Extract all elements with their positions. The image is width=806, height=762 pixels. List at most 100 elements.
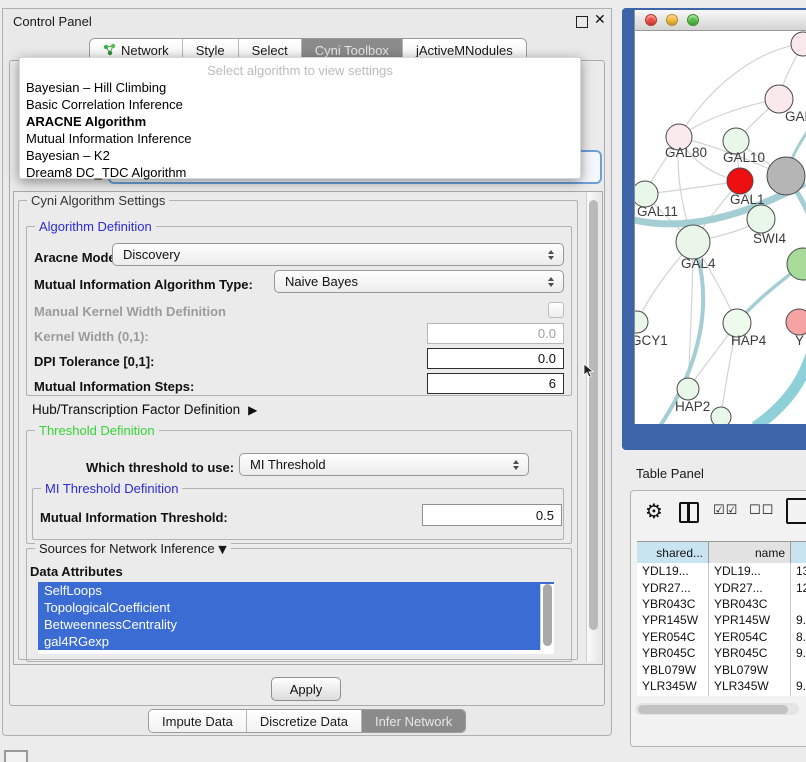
- node-HAP4-label: HAP4: [731, 333, 767, 348]
- algorithm-definition-legend: Algorithm Definition: [35, 219, 156, 234]
- table-row[interactable]: YLR345WYLR345W9.: [637, 678, 806, 694]
- column-header-extra[interactable]: [791, 542, 806, 564]
- tab-label: jActiveMNodules: [416, 43, 513, 58]
- node-gray[interactable]: [767, 157, 805, 195]
- network-edge[interactable]: [755, 345, 806, 424]
- tab-discretize-data[interactable]: Discretize Data: [247, 710, 362, 732]
- mi-algorithm-type-value: Naive Bayes: [285, 274, 358, 289]
- aracne-mode-value: Discovery: [123, 247, 180, 262]
- bottom-tabs: Impute DataDiscretize DataInfer Network: [148, 709, 466, 733]
- table-row[interactable]: YBR043CYBR043C: [637, 596, 806, 612]
- dropdown-placeholder: Select algorithm to view settings: [20, 63, 580, 78]
- node-GAL80-label: GAL80: [665, 145, 707, 160]
- attribute-item[interactable]: BetweennessCentrality: [38, 616, 554, 633]
- settings-scrollbar[interactable]: [586, 192, 601, 662]
- sources-legend: Sources for Network Inference ▼: [35, 541, 231, 556]
- table-cell: YPR145W: [637, 612, 709, 628]
- tab-impute-data[interactable]: Impute Data: [149, 710, 247, 732]
- table-cell: 9.: [791, 612, 806, 628]
- algorithm-option[interactable]: Mutual Information Inference: [20, 130, 580, 147]
- table-cell: YER054C: [709, 629, 791, 645]
- node-gal-partial-label: GAL: [785, 109, 806, 124]
- table-cell: 13: [791, 563, 806, 579]
- dpi-tolerance-label: DPI Tolerance [0,1]:: [34, 354, 154, 369]
- table-cell: 8.: [791, 629, 806, 645]
- table-row[interactable]: YIL052CYIL052C9.: [637, 694, 806, 696]
- attributes-scrollbar-thumb[interactable]: [543, 584, 552, 646]
- spinner-icon: [548, 277, 554, 287]
- close-traffic-light-icon[interactable]: [645, 14, 657, 26]
- threshold-definition-legend: Threshold Definition: [35, 423, 159, 438]
- mi-algorithm-type-combobox[interactable]: Naive Bayes: [274, 270, 564, 293]
- table-cell: [791, 596, 806, 612]
- table-row[interactable]: YBL079WYBL079W: [637, 661, 806, 677]
- table-hscrollbar-thumb[interactable]: [638, 705, 788, 714]
- collapse-arrow-icon[interactable]: ▼: [218, 543, 226, 556]
- columns-icon[interactable]: [679, 502, 699, 523]
- algorithm-option[interactable]: Basic Correlation Inference: [20, 96, 580, 113]
- table-cell: YBR043C: [709, 596, 791, 612]
- node-bottom[interactable]: [711, 407, 731, 424]
- attribute-item[interactable]: TopologicalCoefficient: [38, 599, 554, 616]
- node-top[interactable]: [791, 32, 806, 56]
- mi-threshold-field[interactable]: 0.5: [422, 504, 562, 526]
- network-edge[interactable]: [645, 181, 740, 194]
- which-threshold-combobox[interactable]: MI Threshold: [239, 453, 529, 476]
- table-cell: YER054C: [637, 629, 709, 645]
- table-cell: YIL052C: [709, 694, 791, 696]
- settings-scrollbar-thumb[interactable]: [589, 200, 598, 630]
- manual-kernel-checkbox[interactable]: [548, 302, 564, 318]
- node-HAP2[interactable]: [677, 378, 699, 400]
- zoom-traffic-light-icon[interactable]: [687, 14, 699, 26]
- table-row[interactable]: YDR27...YDR27...12: [637, 579, 806, 595]
- tab-label: Network: [121, 43, 169, 58]
- algorithm-option[interactable]: Bayesian – Hill Climbing: [20, 79, 580, 96]
- mi-steps-label: Mutual Information Steps:: [34, 379, 194, 394]
- node-GAL4[interactable]: [676, 225, 710, 259]
- kernel-width-field[interactable]: 0.0: [427, 323, 564, 344]
- grid-panel-icon[interactable]: [4, 750, 28, 762]
- node-GCY1[interactable]: [635, 311, 648, 333]
- close-icon[interactable]: ✕: [594, 12, 606, 28]
- attribute-item[interactable]: SelfLoops: [38, 582, 554, 599]
- algorithm-option[interactable]: Bayesian – K2: [20, 147, 580, 164]
- node-GAL1[interactable]: [727, 168, 753, 194]
- apply-button[interactable]: Apply: [271, 677, 341, 701]
- network-window: GALGAL80GAL10GAL1GAL11SWI4GAL4GCY1HAP4YH…: [634, 10, 806, 424]
- table-panel: ⚙ ☑☑ ☐☐ shared...name YDL19...YDL19...13…: [630, 490, 806, 747]
- algorithm-option[interactable]: Dream8 DC_TDC Algorithm: [20, 164, 580, 181]
- attributes-scrollbar[interactable]: [540, 584, 554, 650]
- table-row[interactable]: YPR145WYPR145W9.: [637, 612, 806, 628]
- table-row[interactable]: YER054CYER054C8.: [637, 629, 806, 645]
- dpi-tolerance-field[interactable]: 0.0: [427, 348, 564, 369]
- tab-label: Cyni Toolbox: [315, 43, 389, 58]
- attribute-item[interactable]: gal4RGexp: [38, 633, 554, 650]
- table-panel-title: Table Panel: [636, 466, 704, 481]
- node-GAL11-label: GAL11: [637, 204, 678, 219]
- table-row[interactable]: YBR045CYBR045C9.: [637, 645, 806, 661]
- algorithm-option[interactable]: ARACNE Algorithm: [20, 113, 580, 130]
- table-row[interactable]: YDL19...YDL19...13: [637, 563, 806, 579]
- tab-infer-network[interactable]: Infer Network: [362, 710, 465, 732]
- column-header-shared...[interactable]: shared...: [637, 542, 709, 564]
- mi-algorithm-type-label: Mutual Information Algorithm Type:: [34, 277, 253, 292]
- node-salmon-label: Y: [795, 333, 804, 348]
- minimize-traffic-light-icon[interactable]: [666, 14, 678, 26]
- table-cell: YDL19...: [637, 563, 709, 579]
- data-attributes-list: SelfLoopsTopologicalCoefficientBetweenne…: [38, 582, 554, 654]
- table-cell: 9.: [791, 694, 806, 696]
- node-salmon[interactable]: [786, 309, 806, 335]
- float-panel-icon[interactable]: [576, 16, 588, 28]
- hub-section-toggle[interactable]: Hub/Transcription Factor Definition▶: [32, 402, 257, 417]
- mi-steps-field[interactable]: 6: [427, 373, 564, 394]
- unchecked-pair-icon[interactable]: ☐☐: [749, 503, 774, 518]
- network-canvas[interactable]: GALGAL80GAL10GAL1GAL11SWI4GAL4GCY1HAP4YH…: [635, 31, 806, 424]
- checked-pair-icon[interactable]: ☑☑: [713, 503, 738, 518]
- expand-arrow-icon: ▶: [248, 403, 257, 417]
- node-SWI4[interactable]: [747, 205, 775, 233]
- column-header-name[interactable]: name: [709, 542, 791, 564]
- gear-icon[interactable]: ⚙: [645, 499, 663, 523]
- table-hscrollbar[interactable]: [635, 703, 799, 715]
- document-icon[interactable]: [786, 498, 806, 524]
- aracne-mode-combobox[interactable]: Discovery: [112, 243, 564, 266]
